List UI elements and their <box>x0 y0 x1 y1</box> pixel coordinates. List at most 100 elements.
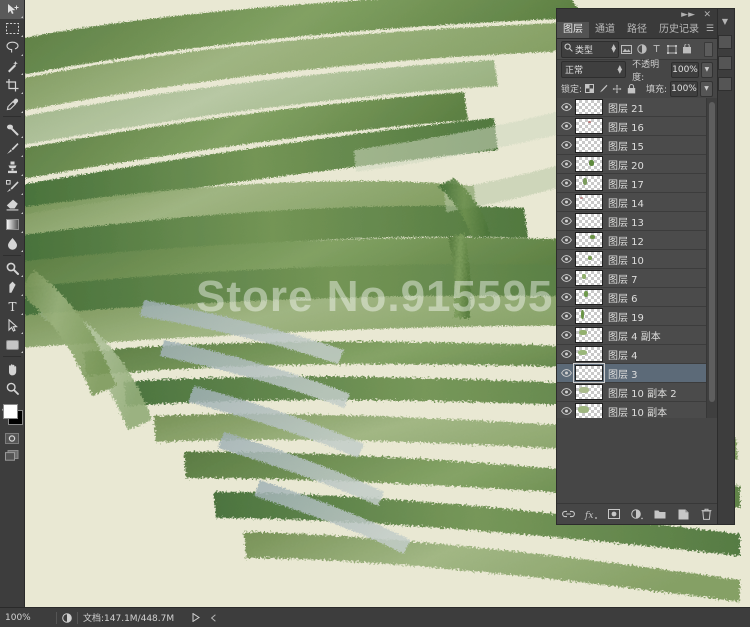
layer-visibility-icon[interactable] <box>557 98 575 116</box>
lock-position-icon[interactable] <box>610 82 624 96</box>
layer-visibility-icon[interactable] <box>557 250 575 268</box>
rail-icon-4[interactable] <box>716 75 734 93</box>
layer-visibility-icon[interactable] <box>557 136 575 154</box>
tab-paths[interactable]: 路径 <box>621 22 653 38</box>
opacity-slider-caret[interactable]: ▼ <box>700 61 713 78</box>
chevron-updown-icon[interactable]: ▲ ▼ <box>618 64 623 74</box>
layer-row[interactable]: 图层 10 <box>557 250 707 269</box>
magic-wand-tool[interactable] <box>0 57 24 76</box>
opacity-input[interactable]: 100% <box>671 61 699 78</box>
layer-list[interactable]: 图层 21 图层 16 图层 15 图层 20 图层 17 图层 14 图层 13 图层 12… <box>557 98 707 418</box>
color-swatches[interactable] <box>0 400 24 430</box>
lock-image-pixels-icon[interactable] <box>596 82 610 96</box>
status-bar[interactable]: 100% 文档:147.1M/448.7M <box>0 607 750 627</box>
link-layers-button[interactable] <box>561 507 575 521</box>
layer-visibility-icon[interactable] <box>557 288 575 306</box>
delete-layer-button[interactable] <box>699 507 713 521</box>
layer-thumbnail[interactable] <box>575 156 603 172</box>
layer-visibility-icon[interactable] <box>557 117 575 135</box>
clone-stamp-tool[interactable] <box>0 158 24 177</box>
layer-thumbnail[interactable] <box>575 118 603 134</box>
filter-enable-toggle[interactable] <box>704 41 713 57</box>
path-selection-tool[interactable] <box>0 316 24 335</box>
status-prev-icon[interactable] <box>205 608 222 627</box>
layer-row[interactable]: 图层 6 <box>557 288 707 307</box>
filter-type-select[interactable]: 类型 ▲ ▼ <box>561 40 619 58</box>
layer-row[interactable]: 图层 21 <box>557 98 707 117</box>
filter-type-text-icon[interactable]: T <box>649 42 664 57</box>
brush-tool[interactable] <box>0 139 24 158</box>
tab-history[interactable]: 历史记录 <box>653 22 705 38</box>
layer-thumbnail[interactable] <box>575 270 603 286</box>
layer-row[interactable]: 图层 14 <box>557 193 707 212</box>
layer-row[interactable]: 图层 19 <box>557 307 707 326</box>
status-play-icon[interactable] <box>187 608 205 627</box>
layer-row[interactable]: 图层 17 <box>557 174 707 193</box>
zoom-tool[interactable] <box>0 379 24 398</box>
layer-row[interactable]: 图层 4 <box>557 345 707 364</box>
type-tool[interactable]: T <box>0 297 24 316</box>
layer-thumbnail[interactable] <box>575 289 603 305</box>
fill-input[interactable]: 100% <box>670 80 698 97</box>
layer-row[interactable]: 图层 16 <box>557 117 707 136</box>
lasso-tool[interactable] <box>0 38 24 57</box>
lock-transparent-pixels-icon[interactable] <box>582 82 596 96</box>
panel-title-bar[interactable]: ►► ✕ <box>557 9 717 21</box>
layer-thumbnail[interactable] <box>575 384 603 400</box>
layers-panel[interactable]: ►► ✕ 图层 通道 路径 历史记录 ☰ 类型 ▲ ▼ T 正常 ▲ ▼ 不透明… <box>556 8 718 525</box>
layer-thumbnail[interactable] <box>575 308 603 324</box>
collapse-icon[interactable]: ►► <box>681 10 695 20</box>
pen-tool[interactable] <box>0 278 24 297</box>
panel-menu-icon[interactable]: ☰ <box>706 24 714 34</box>
layer-visibility-icon[interactable] <box>557 174 575 192</box>
healing-brush-tool[interactable] <box>0 120 24 139</box>
layer-thumbnail[interactable] <box>575 403 603 418</box>
adjustment-layer-button[interactable] <box>630 507 644 521</box>
blend-mode-select[interactable]: 正常 ▲ ▼ <box>561 61 627 78</box>
layer-row[interactable]: 图层 3 <box>557 363 707 383</box>
layer-thumbnail[interactable] <box>573 363 605 383</box>
filter-shape-icon[interactable] <box>664 42 679 57</box>
rail-icon-3[interactable] <box>716 54 734 72</box>
tools-panel[interactable]: T <box>0 0 25 608</box>
layer-visibility-icon[interactable] <box>557 402 575 418</box>
layer-row[interactable]: 图层 10 副本 2 <box>557 383 707 402</box>
layer-thumbnail[interactable] <box>575 327 603 343</box>
layer-visibility-icon[interactable] <box>557 383 575 401</box>
layer-thumbnail[interactable] <box>575 175 603 191</box>
eyedropper-tool[interactable] <box>0 95 24 114</box>
scrollbar-thumb[interactable] <box>709 102 715 402</box>
move-tool[interactable] <box>0 0 24 19</box>
layer-row[interactable]: 图层 20 <box>557 155 707 174</box>
layer-thumbnail[interactable] <box>575 251 603 267</box>
layer-visibility-icon[interactable] <box>557 231 575 249</box>
close-icon[interactable]: ✕ <box>703 10 711 20</box>
zoom-level[interactable]: 100% <box>0 608 56 627</box>
dodge-tool[interactable] <box>0 259 24 278</box>
layers-panel-toolbar[interactable]: fx <box>557 503 717 524</box>
layer-visibility-icon[interactable] <box>557 326 575 344</box>
layer-visibility-icon[interactable] <box>557 193 575 211</box>
filter-smart-object-icon[interactable] <box>679 42 694 57</box>
filter-adjustment-icon[interactable] <box>634 42 649 57</box>
layer-row[interactable]: 图层 7 <box>557 269 707 288</box>
foreground-color-swatch[interactable] <box>3 404 18 419</box>
layer-row[interactable]: 图层 4 副本 <box>557 326 707 345</box>
filter-pixel-icon[interactable] <box>619 42 634 57</box>
layer-row[interactable]: 图层 15 <box>557 136 707 155</box>
layer-thumbnail[interactable] <box>575 346 603 362</box>
layer-visibility-icon[interactable] <box>557 212 575 230</box>
eraser-tool[interactable] <box>0 196 24 215</box>
layer-visibility-icon[interactable] <box>557 307 575 325</box>
lock-all-icon[interactable] <box>624 82 638 96</box>
layer-thumbnail[interactable] <box>575 99 603 115</box>
layer-visibility-icon[interactable] <box>557 364 575 382</box>
chevron-updown-icon[interactable]: ▲ ▼ <box>611 44 616 54</box>
layer-thumbnail[interactable] <box>575 194 603 210</box>
shape-tool[interactable] <box>0 335 24 354</box>
screen-mode-icon[interactable] <box>0 447 24 464</box>
panel-tabs[interactable]: 图层 通道 路径 历史记录 ☰ <box>557 21 717 39</box>
layer-visibility-icon[interactable] <box>557 269 575 287</box>
layer-visibility-icon[interactable] <box>557 155 575 173</box>
new-group-button[interactable] <box>653 507 667 521</box>
